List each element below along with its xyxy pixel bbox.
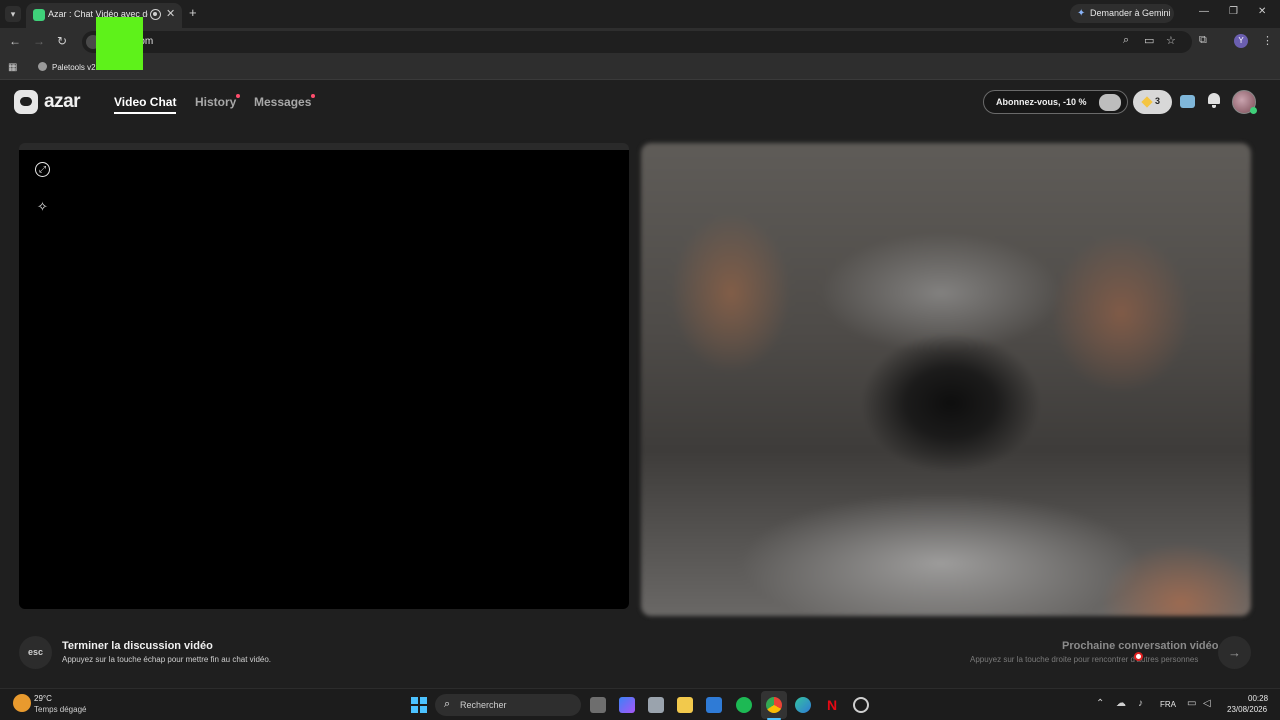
gem-icon [1141,96,1153,108]
shop-icon[interactable] [1180,95,1195,108]
taskbar-search-box[interactable]: ⌕ Rechercher [435,694,581,716]
browser-toolbar: ← → ↻ e.com ⌕ ▭ ☆ ⧉ Y ⋮ [0,28,1280,56]
esc-key-button[interactable]: esc [19,636,52,669]
weather-temperature[interactable]: 29°C [34,694,52,703]
azar-logo-icon [14,90,38,114]
spotify-icon[interactable] [736,697,752,713]
edge-icon[interactable] [795,697,811,713]
minimize-button[interactable]: — [1199,6,1209,17]
green-redaction-marker [96,17,143,70]
ask-gemini-label: Demander à Gemini [1090,8,1171,18]
browser-menu-icon[interactable]: ⋮ [1262,34,1273,47]
notifications-bell-icon[interactable] [1207,93,1221,108]
expand-icon[interactable]: ⤢ [35,162,50,177]
tab-recording-icon[interactable] [150,9,161,20]
store-icon[interactable] [648,697,664,713]
other-app-icon[interactable] [853,697,869,713]
nav-video-chat[interactable]: Video Chat [114,95,176,109]
windows-start-icon[interactable] [411,697,427,713]
nav-history[interactable]: History [195,95,236,109]
tab-search-icon[interactable]: ▾ [5,6,21,22]
copilot-icon[interactable] [619,697,635,713]
bookmark-paletools[interactable]: Paletools v2 [38,62,96,72]
subscribe-promo-button[interactable]: Abonnez-vous, -10 % [983,90,1128,114]
ask-gemini-button[interactable]: ✦ Demander à Gemini [1070,4,1174,23]
back-icon[interactable]: ← [9,34,21,48]
search-placeholder: Rechercher [460,700,507,710]
bookmarks-bar: ▦ Paletools v2 [0,56,1280,80]
cast-icon[interactable]: ▭ [1144,34,1154,47]
azar-favicon-icon [33,9,45,21]
gem-balance-button[interactable]: 3 [1133,90,1172,114]
browser-tab-bar: ▾ Azar : Chat Vidéo avec de n ✕ + ✦ Dema… [0,0,1280,28]
next-chat-button[interactable]: → [1218,636,1251,669]
window-close-button[interactable]: ✕ [1258,6,1266,17]
profile-avatar-icon[interactable]: Y [1234,34,1248,48]
tray-overflow-icon[interactable]: ⌃ [1096,698,1104,709]
promo-label: Abonnez-vous, -10 % [996,97,1087,107]
search-icon: ⌕ [444,698,451,710]
end-chat-subtitle: Appuyez sur la touche échap pour mettre … [62,655,272,664]
new-tab-button[interactable]: + [189,5,197,20]
mail-icon[interactable] [706,697,722,713]
online-status-dot [1250,107,1257,114]
history-notification-dot [236,94,240,98]
gem-count: 3 [1155,96,1161,106]
address-bar[interactable]: e.com [82,31,1192,53]
forward-icon[interactable]: → [33,34,45,48]
messages-notification-dot [311,94,315,98]
next-chat-title: Prochaine conversation vidéo [1062,640,1219,652]
magic-effects-icon[interactable]: ✧ [35,199,50,214]
clock-time[interactable]: 00:28 [1248,694,1268,703]
extensions-icon[interactable]: ⧉ [1199,34,1207,47]
end-chat-title: Terminer la discussion vidéo [62,640,213,652]
tab-close-icon[interactable]: ✕ [166,7,175,20]
task-view-icon[interactable] [590,697,606,713]
not-allowed-cursor-icon [1134,652,1143,661]
bookmark-favicon-icon [38,62,47,71]
windows-taskbar: 29°C Temps dégagé ⌕ Rechercher N ⌃ ☁ ♪ F… [0,688,1280,720]
cloud-gift-icon [1099,94,1121,111]
gemini-icon: ✦ [1077,8,1086,19]
language-indicator[interactable]: FRA [1160,700,1176,709]
logo-text: azar [44,91,81,112]
local-video-panel: ⤢ ✧ [19,143,629,609]
chrome-icon[interactable] [766,697,782,713]
apps-grid-icon[interactable]: ▦ [8,62,17,73]
azar-app: azar Video Chat History Messages Abonnez… [0,81,1280,688]
weather-sun-icon[interactable] [13,694,31,712]
zoom-icon[interactable]: ⌕ [1123,34,1129,47]
nav-messages[interactable]: Messages [254,95,311,109]
microphone-icon[interactable]: ♪ [1138,698,1143,709]
network-icon[interactable]: ▭ [1187,698,1196,709]
tray-cloud-icon[interactable]: ☁ [1116,698,1126,709]
remote-video-panel [641,143,1251,616]
reload-icon[interactable]: ↻ [57,34,67,48]
maximize-button[interactable]: ❐ [1229,6,1238,17]
active-nav-underline [114,112,176,114]
clock-date[interactable]: 23/08/2026 [1227,705,1267,714]
file-explorer-icon[interactable] [677,697,693,713]
volume-icon[interactable]: ◁ [1203,698,1211,709]
next-chat-subtitle: Appuyez sur la touche droite pour rencon… [970,655,1199,664]
bookmark-star-icon[interactable]: ☆ [1166,34,1176,47]
netflix-icon[interactable]: N [824,697,840,713]
weather-description[interactable]: Temps dégagé [34,705,86,714]
